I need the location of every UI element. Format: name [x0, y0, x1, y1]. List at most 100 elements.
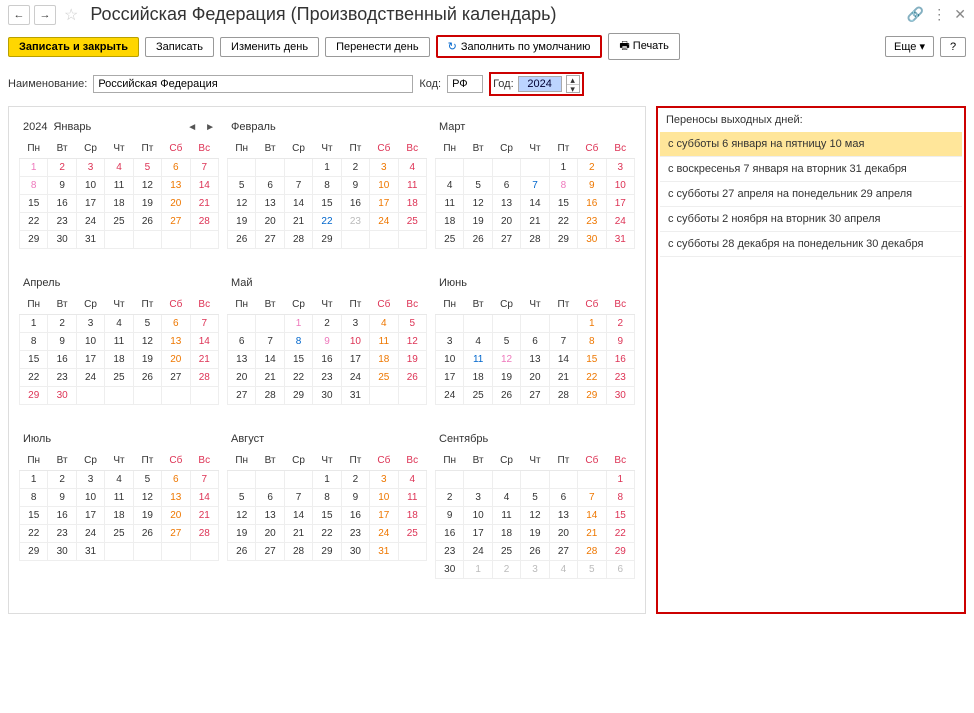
calendar-day[interactable]: 25 — [398, 213, 426, 231]
calendar-day[interactable]: 29 — [284, 387, 312, 405]
calendar-day[interactable]: 30 — [48, 231, 76, 249]
calendar-day[interactable]: 5 — [228, 177, 256, 195]
calendar-day[interactable]: 12 — [228, 195, 256, 213]
calendar-day[interactable]: 19 — [133, 507, 161, 525]
calendar-day[interactable]: 12 — [492, 351, 520, 369]
calendar-day[interactable]: 6 — [162, 315, 190, 333]
calendar-day[interactable]: 19 — [398, 351, 426, 369]
calendar-day[interactable]: 4 — [370, 315, 398, 333]
calendar-day[interactable]: 20 — [162, 351, 190, 369]
calendar-day[interactable]: 17 — [341, 351, 369, 369]
calendar-day[interactable]: 21 — [190, 507, 218, 525]
calendar-day[interactable]: 5 — [578, 561, 606, 579]
calendar-day[interactable]: 23 — [341, 525, 369, 543]
calendar-day[interactable]: 12 — [228, 507, 256, 525]
calendar-day[interactable]: 1 — [578, 315, 606, 333]
calendar-day[interactable]: 13 — [492, 195, 520, 213]
calendar-day[interactable]: 7 — [190, 315, 218, 333]
calendar-day[interactable]: 16 — [48, 507, 76, 525]
calendar-day[interactable]: 7 — [190, 159, 218, 177]
calendar-day[interactable]: 31 — [606, 231, 634, 249]
calendar-day[interactable]: 18 — [105, 195, 133, 213]
transfer-item[interactable]: с субботы 28 декабря на понедельник 30 д… — [660, 232, 962, 257]
calendar-day[interactable]: 31 — [76, 543, 104, 561]
nav-forward-button[interactable]: → — [34, 5, 56, 25]
calendar-day[interactable]: 1 — [313, 159, 341, 177]
calendar-day[interactable]: 6 — [521, 333, 549, 351]
calendar-day[interactable]: 1 — [284, 315, 312, 333]
calendar-day[interactable]: 9 — [48, 177, 76, 195]
save-close-button[interactable]: Записать и закрыть — [8, 37, 139, 57]
calendar-day[interactable]: 28 — [190, 525, 218, 543]
calendar-day[interactable]: 20 — [162, 195, 190, 213]
calendar-day[interactable]: 11 — [105, 333, 133, 351]
calendar-day[interactable]: 26 — [398, 369, 426, 387]
calendar-day[interactable]: 23 — [606, 369, 634, 387]
calendar-day[interactable]: 10 — [76, 489, 104, 507]
star-icon[interactable]: ☆ — [64, 5, 78, 25]
nav-back-button[interactable]: ← — [8, 5, 30, 25]
calendar-day[interactable]: 15 — [313, 195, 341, 213]
calendar-day[interactable]: 18 — [105, 507, 133, 525]
calendar-day[interactable]: 25 — [436, 231, 464, 249]
calendar-day[interactable]: 6 — [228, 333, 256, 351]
calendar-day[interactable]: 1 — [549, 159, 577, 177]
calendar-day[interactable]: 17 — [370, 507, 398, 525]
calendar-day[interactable]: 22 — [606, 525, 634, 543]
calendar-day[interactable]: 16 — [313, 351, 341, 369]
calendar-day[interactable]: 9 — [48, 333, 76, 351]
calendar-day[interactable]: 26 — [228, 231, 256, 249]
calendar-day[interactable]: 14 — [284, 507, 312, 525]
calendar-day[interactable]: 9 — [341, 489, 369, 507]
calendar-day[interactable]: 20 — [521, 369, 549, 387]
calendar-day[interactable]: 30 — [48, 543, 76, 561]
calendar-day[interactable]: 4 — [436, 177, 464, 195]
calendar-day[interactable]: 31 — [341, 387, 369, 405]
calendar-day[interactable]: 10 — [606, 177, 634, 195]
calendar-day[interactable]: 14 — [284, 195, 312, 213]
calendar-day[interactable]: 11 — [436, 195, 464, 213]
calendar-day[interactable]: 28 — [284, 231, 312, 249]
calendar-day[interactable]: 30 — [606, 387, 634, 405]
calendar-day[interactable]: 28 — [256, 387, 284, 405]
calendar-day[interactable]: 7 — [256, 333, 284, 351]
calendar-day[interactable]: 19 — [464, 213, 492, 231]
calendar-day[interactable]: 26 — [133, 525, 161, 543]
calendar-day[interactable]: 2 — [492, 561, 520, 579]
calendar-day[interactable]: 25 — [370, 369, 398, 387]
calendar-day[interactable]: 10 — [464, 507, 492, 525]
calendar-day[interactable]: 11 — [398, 489, 426, 507]
calendar-day[interactable]: 5 — [521, 489, 549, 507]
calendar-day[interactable]: 15 — [578, 351, 606, 369]
calendar-day[interactable]: 14 — [549, 351, 577, 369]
calendar-day[interactable]: 28 — [190, 369, 218, 387]
calendar-day[interactable]: 16 — [436, 525, 464, 543]
calendar-day[interactable]: 8 — [284, 333, 312, 351]
transfer-item[interactable]: с субботы 6 января на пятницу 10 мая — [660, 132, 962, 157]
calendar-day[interactable]: 21 — [190, 351, 218, 369]
calendar-day[interactable]: 25 — [105, 213, 133, 231]
calendar-day[interactable]: 3 — [521, 561, 549, 579]
calendar-day[interactable]: 29 — [578, 387, 606, 405]
calendar-day[interactable]: 24 — [76, 369, 104, 387]
calendar-day[interactable]: 13 — [162, 333, 190, 351]
calendar-day[interactable]: 14 — [578, 507, 606, 525]
calendar-day[interactable]: 26 — [492, 387, 520, 405]
calendar-day[interactable]: 7 — [521, 177, 549, 195]
calendar-day[interactable]: 3 — [370, 159, 398, 177]
calendar-day[interactable]: 30 — [313, 387, 341, 405]
calendar-day[interactable]: 11 — [105, 177, 133, 195]
calendar-day[interactable]: 20 — [162, 507, 190, 525]
calendar-day[interactable]: 18 — [370, 351, 398, 369]
calendar-day[interactable]: 18 — [436, 213, 464, 231]
calendar-day[interactable]: 25 — [105, 525, 133, 543]
calendar-day[interactable]: 15 — [20, 195, 48, 213]
link-icon[interactable]: 🔗 — [907, 6, 924, 23]
calendar-day[interactable]: 27 — [521, 387, 549, 405]
calendar-day[interactable]: 21 — [578, 525, 606, 543]
calendar-day[interactable]: 11 — [398, 177, 426, 195]
calendar-day[interactable]: 27 — [256, 543, 284, 561]
calendar-day[interactable]: 20 — [549, 525, 577, 543]
calendar-day[interactable]: 9 — [48, 489, 76, 507]
calendar-day[interactable]: 4 — [398, 471, 426, 489]
